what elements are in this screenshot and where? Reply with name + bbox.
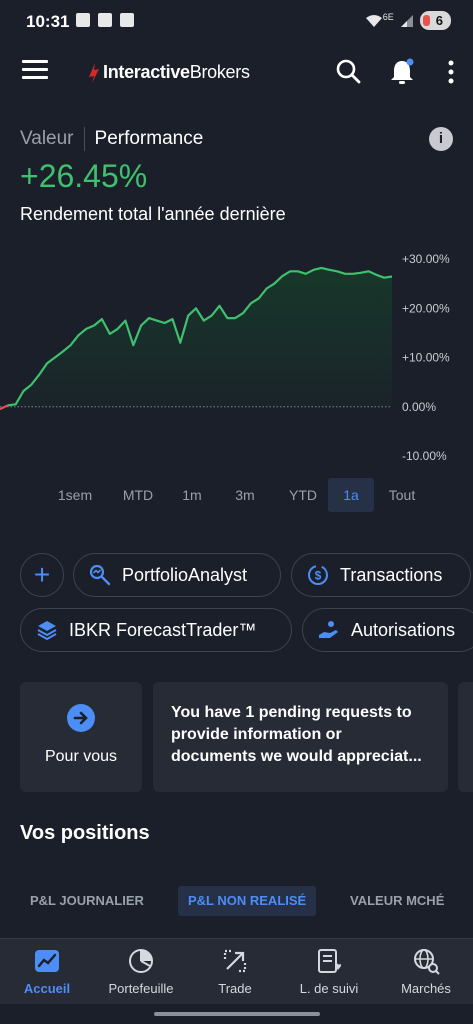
nav-accueil[interactable]: Accueil [0, 947, 94, 996]
layers-icon [37, 621, 57, 641]
analyst-icon [89, 564, 111, 586]
chart-area-fill [0, 267, 392, 410]
globe-search-icon [414, 949, 440, 975]
nav-portefeuille[interactable]: Portefeuille [94, 947, 188, 996]
value-performance-toggle: Valeur Performance [20, 127, 203, 151]
watchlist-icon [318, 949, 341, 973]
performance-subtitle: Rendement total l'année dernière [20, 204, 286, 224]
logo-mark-icon [89, 62, 99, 83]
bottom-navigation: Accueil Portefeuille Trade L. de suivi M… [0, 938, 473, 1004]
performance-value: +26.45% [20, 158, 148, 194]
pending-request-card[interactable]: You have 1 pending requests to provide i… [153, 682, 448, 792]
battery-alert-icon [98, 13, 112, 27]
network-label: 6E [382, 11, 394, 22]
autorisations-label: Autorisations [351, 619, 456, 640]
period-selector: 1sem MTD 1m 3m YTD 1a Tout [40, 478, 473, 512]
transactions-label: Transactions [340, 564, 443, 585]
notification-icons [76, 13, 134, 27]
pie-chart-icon [129, 949, 153, 973]
transactions-icon: $ [308, 565, 328, 585]
performance-chart[interactable]: +30.00% +20.00% +10.00% 0.00% -10.00% [0, 240, 473, 470]
nav-trade[interactable]: Trade [188, 947, 282, 996]
menu-icon[interactable] [22, 60, 48, 80]
status-time: 10:31 [26, 12, 70, 31]
status-bar: 10:31 6E 6 [0, 0, 473, 44]
period-1m[interactable]: 1m [170, 478, 214, 512]
period-mtd[interactable]: MTD [110, 478, 166, 512]
logo-text-interactive: Interactive [103, 62, 190, 82]
svg-text:$: $ [315, 569, 322, 583]
info-icon[interactable]: i [429, 127, 453, 151]
nav-accueil-label: Accueil [23, 981, 71, 996]
toggle-divider [83, 127, 85, 151]
y-tick-label: +30.00% [402, 252, 450, 266]
forecast-trader-button[interactable]: IBKR ForecastTrader™ [20, 608, 292, 652]
app-logo: Interactive Brokers [88, 62, 250, 83]
next-card-peek[interactable] [458, 682, 473, 792]
tab-performance[interactable]: Performance [95, 128, 204, 150]
tab-valeur[interactable]: Valeur [20, 128, 84, 150]
period-tout[interactable]: Tout [376, 478, 428, 512]
battery-level: 6 [435, 13, 443, 28]
y-tick-label: +10.00% [402, 351, 450, 365]
add-shortcut-button[interactable]: + [20, 553, 64, 597]
wifi-icon [365, 14, 382, 27]
home-chart-icon [35, 950, 59, 972]
authorization-icon [319, 621, 338, 638]
positions-tabs: P&L JOURNALIER P&L NON REALISÉ VALEUR MC… [0, 886, 473, 916]
trade-arrows-icon [223, 949, 247, 973]
tab-valeur-marche[interactable]: VALEUR MCHÉ [340, 886, 454, 916]
plus-icon: + [33, 559, 51, 590]
nav-watchlist[interactable]: L. de suivi [282, 947, 376, 996]
battery-indicator: 6 [419, 11, 451, 30]
y-tick-label: -10.00% [402, 449, 447, 463]
signal-icon [400, 14, 413, 27]
pending-request-text: You have 1 pending requests to provide i… [171, 704, 422, 765]
nav-marches-label: Marchés [401, 981, 451, 996]
tab-pnl-non-realise[interactable]: P&L NON REALISÉ [178, 886, 317, 916]
period-3m[interactable]: 3m [220, 478, 270, 512]
period-1a[interactable]: 1a [328, 478, 374, 512]
nav-watchlist-label: L. de suivi [299, 981, 359, 996]
gmail-icon [76, 13, 90, 27]
nav-marches[interactable]: Marchés [379, 947, 473, 996]
search-icon[interactable] [335, 58, 361, 84]
for-you-label: Pour vous [44, 748, 118, 765]
autorisations-button[interactable]: Autorisations [302, 608, 473, 652]
portfolio-analyst-label: PortfolioAnalyst [122, 564, 248, 585]
nav-trade-label: Trade [218, 981, 252, 996]
y-tick-label: 0.00% [402, 400, 436, 414]
bell-icon[interactable] [388, 58, 416, 86]
arrow-right-icon [67, 704, 95, 732]
for-you-card[interactable]: Pour vous [20, 682, 142, 792]
y-tick-label: +20.00% [402, 301, 450, 315]
logo-text-brokers: Brokers [189, 62, 250, 82]
home-indicator[interactable] [154, 1012, 320, 1016]
top-bar: Interactive Brokers [0, 52, 473, 92]
status-right: 6E 6 [365, 11, 451, 30]
period-ytd[interactable]: YTD [280, 478, 326, 512]
forecast-trader-label: IBKR ForecastTrader™ [69, 619, 257, 640]
nav-portefeuille-label: Portefeuille [108, 981, 174, 996]
positions-title: Vos positions [20, 822, 150, 844]
transactions-button[interactable]: $ Transactions [291, 553, 471, 597]
more-icon[interactable] [440, 58, 462, 86]
portfolio-analyst-button[interactable]: PortfolioAnalyst [73, 553, 281, 597]
period-1sem[interactable]: 1sem [40, 478, 110, 512]
tab-pnl-journalier[interactable]: P&L JOURNALIER [20, 886, 154, 916]
chat-icon [120, 13, 134, 27]
chart-svg: +30.00% +20.00% +10.00% 0.00% -10.00% [0, 252, 450, 463]
